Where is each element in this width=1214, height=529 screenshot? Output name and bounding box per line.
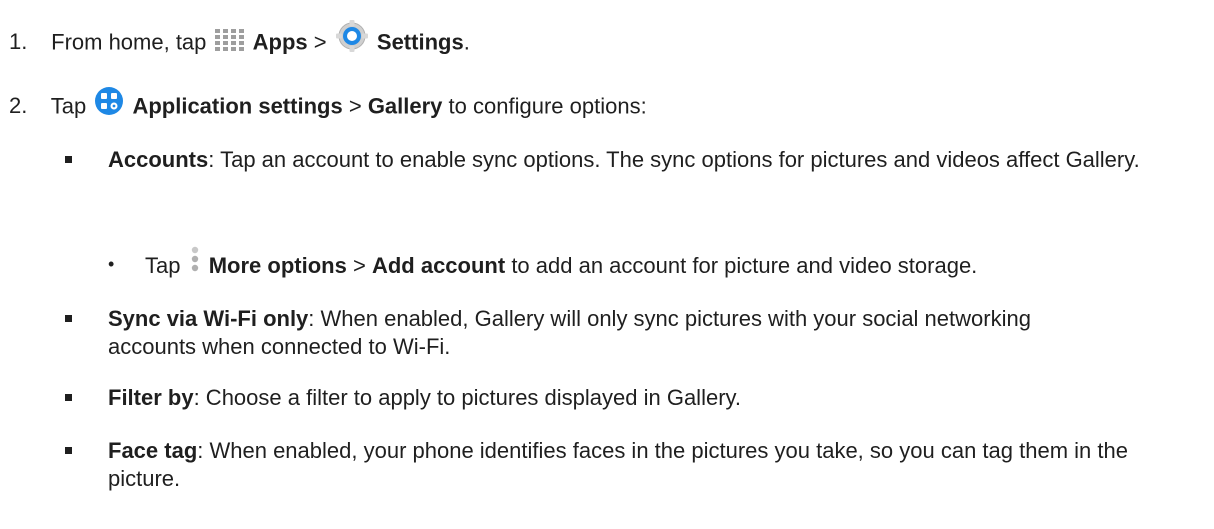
option-filter-by: Filter by: Choose a filter to apply to p… <box>108 384 1198 412</box>
bullet-square <box>65 315 72 322</box>
option-term: Filter by <box>108 385 194 410</box>
step-1-end: . <box>463 29 470 55</box>
add-account-label: Add account <box>371 253 506 278</box>
option-sync-wifi: Sync via Wi-Fi only: When enabled, Galle… <box>108 305 1108 361</box>
option-text: : When enabled, your phone identifies fa… <box>108 438 1128 491</box>
option-text: : Choose a filter to apply to pictures d… <box>193 385 741 410</box>
sub-text-pre: Tap <box>145 253 181 278</box>
bullet-square <box>65 447 72 454</box>
sub-separator: > <box>352 253 366 278</box>
application-settings-icon <box>94 86 124 123</box>
step-2-text-pre: Tap <box>50 93 87 119</box>
bullet-square <box>65 394 72 401</box>
bullet-square <box>65 156 72 163</box>
step-1-text-pre: From home, tap <box>51 29 207 55</box>
application-settings-label: Application settings <box>132 93 343 119</box>
apps-grid-icon <box>214 29 245 58</box>
bullet-dot: • <box>108 254 115 274</box>
sub-text-post: to add an account for picture and video … <box>511 253 978 278</box>
sub-add-account: Tap More options > Add account to add an… <box>145 246 978 280</box>
more-options-icon <box>191 246 199 279</box>
gallery-label: Gallery <box>367 93 443 119</box>
step-2-text-post: to configure options: <box>448 93 647 119</box>
option-term: Sync via Wi-Fi only <box>108 306 309 331</box>
settings-gear-icon <box>335 19 369 60</box>
option-text: : Tap an account to enable sync options.… <box>208 147 1140 172</box>
more-options-label: More options <box>208 253 347 278</box>
option-term: Face tag <box>108 438 198 463</box>
apps-label: Apps <box>252 29 308 55</box>
step-2-separator: > <box>348 93 362 119</box>
option-face-tag: Face tag: When enabled, your phone ident… <box>108 437 1198 493</box>
option-term: Accounts <box>108 147 209 172</box>
step-2: 2. Tap Application settings > Gallery to… <box>9 87 647 123</box>
step-1: 1. From home, tap Apps > Settings. <box>9 20 470 60</box>
settings-label: Settings <box>376 29 464 55</box>
step-1-separator: > <box>313 29 327 55</box>
option-accounts: Accounts: Tap an account to enable sync … <box>108 146 1198 174</box>
step-1-number: 1. <box>9 29 28 55</box>
step-2-number: 2. <box>9 93 28 119</box>
